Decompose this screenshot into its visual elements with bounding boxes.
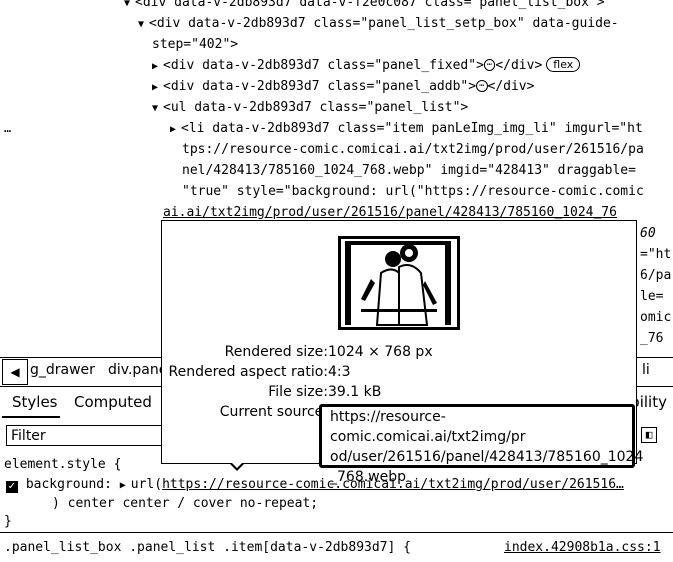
tree-line-panel-list-box[interactable]: ▼ <div data-v-2db893d7 data-v-f2e0c087 cl…: [124, 0, 605, 13]
divider: [0, 532, 673, 533]
tree-fragment: ="ht: [640, 247, 672, 262]
tree-fragment: le=: [640, 289, 664, 304]
current-source-label: Current source:: [219, 404, 328, 420]
tree-line-panel-list[interactable]: ▼ <ul data-v-2db893d7 class="panel_list">: [152, 97, 468, 118]
expand-triangle-icon[interactable]: ▼: [124, 0, 135, 14]
filter-input[interactable]: Filter: [6, 425, 176, 446]
aspect-ratio-value: 4:3: [328, 364, 351, 380]
tooltip-pointer-inner: [231, 462, 243, 468]
tree-line-panel-addb[interactable]: ▶ <div data-v-2db893d7 class="panel_addb"…: [152, 76, 534, 97]
tree-line-continuation: nel/428413/785160_1024_768.webp" imgid="…: [182, 163, 636, 178]
close-brace: }: [4, 514, 12, 529]
breadcrumb-item[interactable]: li: [642, 362, 650, 378]
toggle-sidebar-icon[interactable]: ◧: [641, 427, 657, 443]
tree-line-panel-list-setp-box[interactable]: ▼ <div data-v-2db893d7 class="panel_list_…: [138, 13, 619, 34]
property-checkbox[interactable]: ✓: [6, 481, 18, 493]
tree-line-li-item[interactable]: ▶ <li data-v-2db893d7 class="item panLeIm…: [170, 118, 643, 139]
rendered-size-label: Rendered size:: [224, 344, 328, 360]
ellipsis-badge[interactable]: ⋯: [483, 59, 496, 71]
file-size-label: File size:: [268, 384, 328, 400]
rule-selector: .panel_list_box .panel_list .item[data-v…: [4, 540, 411, 555]
tab-styles[interactable]: Styles: [12, 389, 58, 415]
tree-fragment: 6/pa: [640, 268, 672, 283]
tree-fragment: _76: [640, 331, 664, 346]
breadcrumb-item[interactable]: div.pane: [108, 362, 167, 378]
flex-badge[interactable]: flex: [546, 57, 581, 72]
collapsed-triangle-icon[interactable]: ▶: [152, 77, 163, 98]
tree-line-continuation: step="402">: [152, 37, 239, 52]
element-style-selector: element.style {: [4, 457, 122, 472]
expand-triangle-icon[interactable]: ▼: [138, 14, 149, 35]
collapsed-triangle-icon[interactable]: ▶: [152, 56, 163, 77]
rendered-size-value: 1024 × 768 px: [328, 344, 433, 360]
file-size-value: 39.1 kB: [328, 384, 382, 400]
tree-fragment: 60: [640, 226, 656, 241]
gutter-ellipsis[interactable]: …: [4, 118, 11, 139]
tab-computed[interactable]: Computed: [74, 389, 152, 415]
expand-triangle-icon[interactable]: ▼: [152, 98, 163, 119]
aspect-ratio-label: Rendered aspect ratio:: [168, 364, 329, 380]
image-preview: [338, 236, 460, 330]
collapsed-triangle-icon[interactable]: ▶: [170, 119, 181, 140]
tree-line-panel-fixed[interactable]: ▶ <div data-v-2db893d7 class="panel_fixed…: [152, 55, 581, 77]
tree-line-continuation: "true" style="background: url("https://r…: [182, 184, 644, 199]
back-arrow-icon[interactable]: ◀: [2, 359, 28, 385]
tree-fragment: omic: [640, 310, 672, 325]
tree-line-continuation: tps://resource-comic.comicai.ai/txt2img/…: [182, 142, 644, 157]
image-thumbnail: [341, 239, 457, 327]
ellipsis-badge[interactable]: ⋯: [476, 80, 488, 92]
breadcrumb-item[interactable]: g_drawer: [30, 362, 95, 378]
current-source-value[interactable]: https://resource-comic.comicai.ai/txt2im…: [319, 404, 643, 485]
image-preview-tooltip: Rendered size: 1024 × 768 px Rendered as…: [161, 220, 643, 485]
source-link[interactable]: index.42908b1a.css:1: [504, 537, 661, 558]
style-property-continuation: ) center center / cover no-repeat;: [52, 496, 319, 511]
active-tab-indicator: [2, 416, 60, 418]
